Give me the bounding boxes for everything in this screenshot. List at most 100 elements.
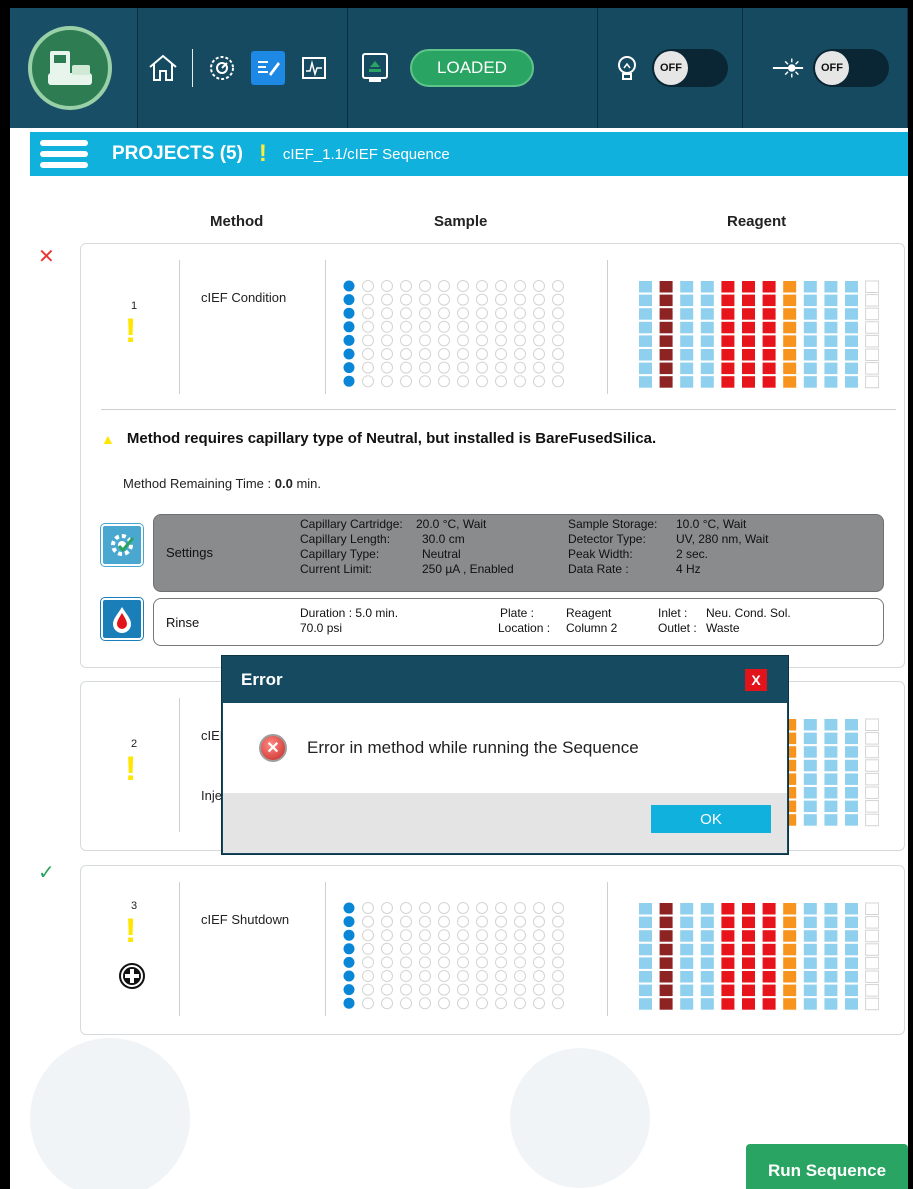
rinse-plate-value: Reagent [566,606,612,620]
sample-well [457,902,469,914]
reagent-well [659,916,673,929]
sequence-icon[interactable] [251,51,285,85]
reagent-well [865,321,879,334]
method-warning-icon: ! [125,312,137,350]
run-sequence-button[interactable]: Run Sequence [746,1144,908,1189]
error-icon: ✕ [259,734,287,762]
setting-value: 2 sec. [676,547,709,561]
reagent-well [845,335,858,347]
reagent-well [762,308,776,320]
rinse-inlet-label: Inlet : [658,606,688,620]
rinse-drop-icon[interactable] [100,597,144,641]
method-warning-icon: ! [125,750,137,788]
sample-well [419,293,431,306]
reagent-well [824,998,838,1010]
sample-well [362,293,374,306]
dialog-message: Error in method while running the Sequen… [307,738,639,757]
sample-well [495,293,507,306]
sample-well [343,956,355,968]
close-icon[interactable]: X [745,669,767,691]
column-divider [179,698,180,832]
sample-well [343,294,355,306]
remaining-time-label: Method Remaining Time : [123,476,272,491]
reagent-well [803,916,817,929]
sample-well [343,929,355,941]
section-divider [101,409,896,410]
reagent-well [742,376,755,388]
column-divider [607,882,608,1016]
sample-well [476,902,488,914]
sample-well [457,334,469,347]
sample-well [533,902,545,914]
method-1-failed-icon: ✕ [38,246,55,268]
method-card-1[interactable]: 1 ! cIEF Condition ▲ Method requires cap… [80,243,905,668]
sample-well [514,942,526,955]
sample-plate[interactable] [343,280,583,392]
sample-well [419,997,431,1010]
reagent-well [865,902,879,915]
reagent-well [742,971,755,983]
home-icon[interactable] [146,51,180,85]
reagent-well [721,349,735,361]
sample-well [533,280,545,292]
sample-well [457,956,469,969]
reagent-well [845,294,858,307]
reagent-well [783,335,797,347]
settings-step[interactable]: Settings Capillary Cartridge: Capillary … [153,514,884,592]
reagent-well [680,294,694,307]
column-divider [325,260,326,394]
sample-well [533,970,545,982]
cartridge-icon[interactable] [358,51,392,85]
reagent-plate[interactable] [629,902,879,1014]
sample-well [476,983,488,996]
menu-icon[interactable] [40,132,92,176]
lamp-toggle[interactable]: OFF [652,49,728,87]
reagent-well [824,719,838,731]
reagent-well [803,362,817,375]
reagent-well [680,349,694,361]
sample-well [381,375,393,388]
reagent-well [639,903,652,915]
method-card-3[interactable]: 3 ! cIEF Shutdown [80,865,905,1035]
reagent-well [659,971,673,983]
ok-button[interactable]: OK [651,805,771,833]
rinse-io-labels: Inlet : Outlet : [658,606,697,636]
reagent-well [803,281,817,293]
reagent-well [783,903,797,915]
rinse-step[interactable]: Rinse Duration : 5.0 min. 70.0 psi Plate… [153,598,884,646]
reagent-well [742,984,755,997]
sample-well [400,997,412,1010]
reagent-well [803,800,817,813]
projects-warning-icon: ! [258,140,267,167]
instrument-logo-icon[interactable] [28,26,112,110]
sample-well [533,320,545,333]
sample-well [419,280,431,292]
sample-well [362,280,374,292]
sample-well [495,942,507,955]
laser-toggle[interactable]: OFF [813,49,889,87]
sample-plate[interactable] [343,902,583,1014]
sample-well [552,983,564,996]
settings-gear-icon[interactable] [100,523,144,567]
sample-well [438,942,450,955]
nav-divider [192,49,193,87]
sample-well [419,348,431,360]
reagent-well [824,321,838,334]
electropherogram-icon[interactable] [297,51,331,85]
reagent-plate[interactable] [629,280,879,392]
projects-title[interactable]: PROJECTS (5) [112,143,243,165]
sample-well [438,997,450,1010]
timer-icon[interactable] [205,51,239,85]
reagent-well [803,335,817,347]
sample-well [552,320,564,333]
reagent-well [659,930,673,942]
reagent-well [845,930,858,942]
sample-well [533,361,545,374]
add-step-icon[interactable] [119,963,145,989]
sample-well [552,997,564,1010]
reagent-well [762,335,776,347]
sample-well [476,307,488,320]
reagent-well [845,957,858,969]
sample-well [343,348,355,360]
reagent-well [680,943,694,956]
